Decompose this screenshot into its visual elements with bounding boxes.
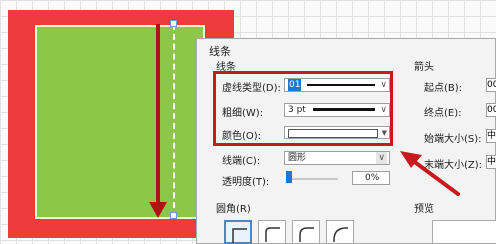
arrow-annotation-icon: [400, 151, 460, 196]
